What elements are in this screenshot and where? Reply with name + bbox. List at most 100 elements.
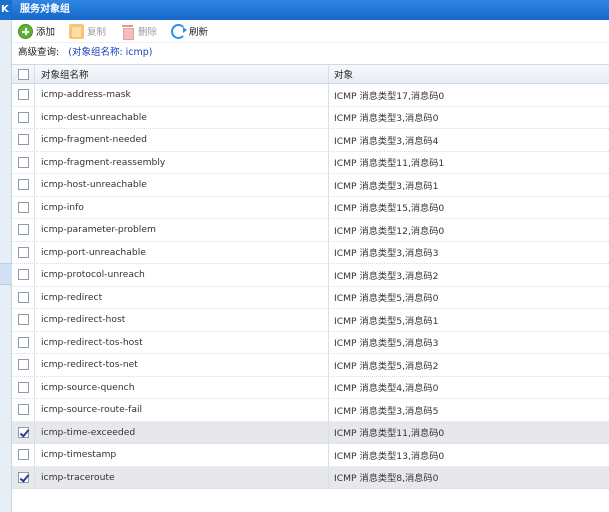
row-object-cell: ICMP 消息类型3,消息码5	[334, 405, 439, 417]
row-checkbox-cell[interactable]	[12, 376, 35, 398]
row-checkbox-cell[interactable]	[12, 129, 35, 151]
row-checkbox-cell[interactable]	[12, 151, 35, 173]
advanced-query-label: 高级查询:	[18, 47, 60, 58]
add-button-label: 添加	[36, 27, 56, 38]
row-checkbox[interactable]	[17, 89, 29, 101]
row-name-cell: icmp-timestamp	[35, 444, 329, 466]
row-checkbox[interactable]	[17, 201, 29, 213]
add-button[interactable]: 添加	[18, 21, 55, 41]
row-checkbox[interactable]	[17, 314, 29, 326]
table-row[interactable]: icmp-protocol-unreach ICMP 消息类型3,消息码2	[12, 264, 609, 287]
table-row[interactable]: icmp-fragment-reassembly ICMP 消息类型11,消息码1	[12, 151, 609, 174]
row-name-cell: icmp-traceroute	[35, 466, 329, 488]
table-row[interactable]: icmp-parameter-problem ICMP 消息类型12,消息码0	[12, 219, 609, 242]
row-checkbox[interactable]	[17, 224, 29, 236]
table-row[interactable]: icmp-redirect ICMP 消息类型5,消息码0	[12, 286, 609, 309]
header-checkbox-cell[interactable]	[12, 65, 35, 83]
row-object-cell: ICMP 消息类型5,消息码0	[334, 293, 439, 305]
row-checkbox[interactable]	[17, 134, 29, 146]
left-panel-collapse-button[interactable]: K	[0, 0, 12, 20]
row-checkbox[interactable]	[17, 471, 29, 483]
table-row[interactable]: icmp-redirect-tos-host ICMP 消息类型5,消息码3	[12, 331, 609, 354]
row-checkbox-cell[interactable]	[12, 264, 35, 286]
row-name-cell: icmp-redirect	[35, 286, 329, 308]
refresh-button[interactable]: 刷新	[171, 21, 208, 41]
row-object-cell: ICMP 消息类型5,消息码3	[334, 338, 439, 350]
delete-button-label: 删除	[138, 27, 158, 38]
row-name-cell: icmp-dest-unreachable	[35, 106, 329, 128]
row-object-cell: ICMP 消息类型17,消息码0	[334, 90, 445, 102]
row-checkbox-cell[interactable]	[12, 241, 35, 263]
row-name-cell: icmp-redirect-tos-host	[35, 331, 329, 353]
row-checkbox-cell[interactable]	[12, 354, 35, 376]
row-checkbox[interactable]	[17, 156, 29, 168]
table-row[interactable]: icmp-info ICMP 消息类型15,消息码0	[12, 196, 609, 219]
copy-button[interactable]: 复制	[69, 21, 106, 41]
row-checkbox[interactable]	[17, 269, 29, 281]
table-row[interactable]: icmp-timestamp ICMP 消息类型13,消息码0	[12, 444, 609, 467]
row-checkbox-cell[interactable]	[12, 84, 35, 106]
row-name-cell: icmp-address-mask	[35, 84, 329, 106]
copy-icon	[69, 23, 85, 39]
row-name-cell: icmp-protocol-unreach	[35, 264, 329, 286]
row-checkbox-cell[interactable]	[12, 399, 35, 421]
row-object-cell: ICMP 消息类型3,消息码4	[334, 135, 439, 147]
row-object-cell: ICMP 消息类型8,消息码0	[334, 473, 439, 485]
row-object-cell: ICMP 消息类型5,消息码1	[334, 315, 439, 327]
advanced-query-bar: 高级查询: (对象组名称: icmp)	[12, 43, 609, 63]
table-row[interactable]: icmp-port-unreachable ICMP 消息类型3,消息码3	[12, 241, 609, 264]
select-all-checkbox[interactable]	[17, 68, 29, 80]
row-checkbox[interactable]	[17, 179, 29, 191]
table-row[interactable]: icmp-traceroute ICMP 消息类型8,消息码0	[12, 466, 609, 489]
refresh-button-label: 刷新	[189, 27, 209, 38]
column-header-name[interactable]: 对象组名称	[35, 65, 329, 83]
row-checkbox-cell[interactable]	[12, 466, 35, 488]
row-object-cell: ICMP 消息类型15,消息码0	[334, 203, 445, 215]
delete-button[interactable]: 删除	[120, 21, 157, 41]
row-name-cell: icmp-time-exceeded	[35, 421, 329, 443]
row-checkbox-cell[interactable]	[12, 421, 35, 443]
table-row[interactable]: icmp-time-exceeded ICMP 消息类型11,消息码0	[12, 421, 609, 444]
row-checkbox-cell[interactable]	[12, 196, 35, 218]
toolbar: 添加 复制 删除 刷新	[12, 20, 609, 43]
table-row[interactable]: icmp-host-unreachable ICMP 消息类型3,消息码1	[12, 174, 609, 197]
row-checkbox-cell[interactable]	[12, 219, 35, 241]
row-checkbox[interactable]	[17, 291, 29, 303]
row-checkbox[interactable]	[17, 246, 29, 258]
row-checkbox-cell[interactable]	[12, 309, 35, 331]
row-checkbox[interactable]	[17, 336, 29, 348]
column-header-object[interactable]: 对象	[329, 65, 609, 83]
table-row[interactable]: icmp-source-route-fail ICMP 消息类型3,消息码5	[12, 399, 609, 422]
row-checkbox[interactable]	[17, 381, 29, 393]
table-row[interactable]: icmp-fragment-needed ICMP 消息类型3,消息码4	[12, 129, 609, 152]
row-name-cell: icmp-host-unreachable	[35, 174, 329, 196]
row-checkbox[interactable]	[17, 404, 29, 416]
table-row[interactable]: icmp-address-mask ICMP 消息类型17,消息码0	[12, 84, 609, 107]
row-checkbox-cell[interactable]	[12, 286, 35, 308]
row-object-cell: ICMP 消息类型12,消息码0	[334, 225, 445, 237]
collapse-label: K	[1, 4, 9, 15]
row-checkbox[interactable]	[17, 426, 29, 438]
row-checkbox-cell[interactable]	[12, 444, 35, 466]
row-name-cell: icmp-redirect-tos-net	[35, 354, 329, 376]
row-checkbox[interactable]	[17, 449, 29, 461]
table-row[interactable]: icmp-redirect-tos-net ICMP 消息类型5,消息码2	[12, 354, 609, 377]
row-object-cell: ICMP 消息类型11,消息码1	[334, 158, 445, 170]
table-row[interactable]: icmp-source-quench ICMP 消息类型4,消息码0	[12, 376, 609, 399]
window-title: 服务对象组	[12, 0, 609, 20]
trash-icon	[120, 24, 135, 40]
row-name-cell: icmp-source-quench	[35, 376, 329, 398]
left-panel-strip: K	[0, 0, 12, 512]
row-checkbox[interactable]	[17, 111, 29, 123]
row-checkbox[interactable]	[17, 359, 29, 371]
advanced-query-value[interactable]: (对象组名称: icmp)	[68, 47, 152, 58]
row-checkbox-cell[interactable]	[12, 331, 35, 353]
refresh-icon	[171, 23, 188, 39]
row-checkbox-cell[interactable]	[12, 174, 35, 196]
table-row[interactable]: icmp-redirect-host ICMP 消息类型5,消息码1	[12, 309, 609, 332]
row-name-cell: icmp-info	[35, 196, 329, 218]
table-row[interactable]: icmp-dest-unreachable ICMP 消息类型3,消息码0	[12, 106, 609, 129]
row-name-cell: icmp-redirect-host	[35, 309, 329, 331]
left-panel-active-marker	[0, 263, 12, 285]
row-checkbox-cell[interactable]	[12, 106, 35, 128]
